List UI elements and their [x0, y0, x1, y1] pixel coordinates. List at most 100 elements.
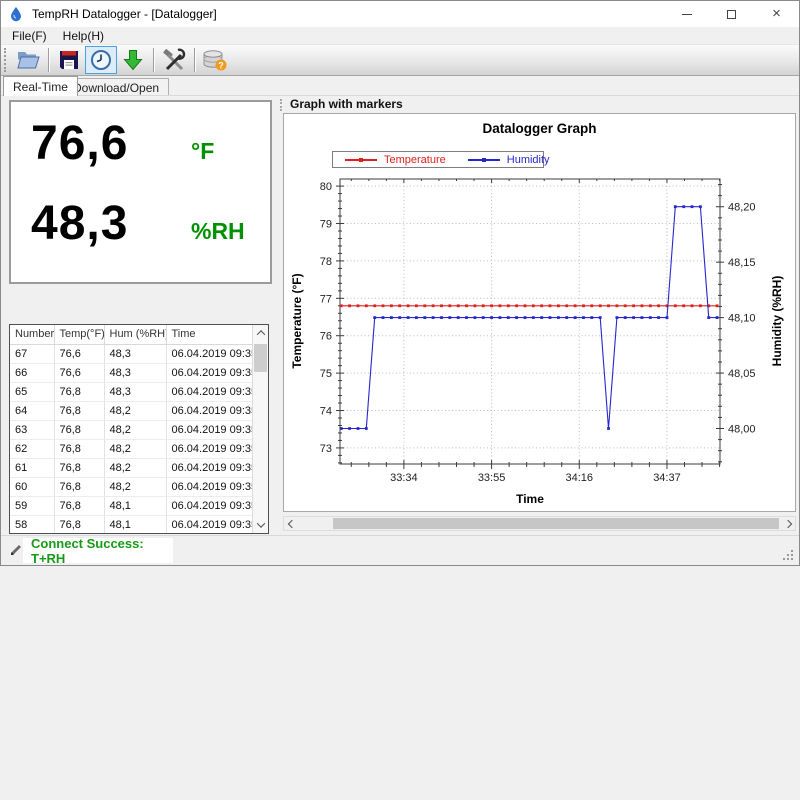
table-row[interactable]: 6476,848,206.04.2019 09:35:25 [10, 401, 252, 420]
toolbar-separator [194, 48, 195, 72]
chart-plot: 73 74 75 76 77 78 79 80 48,20 48,15 48,10 48,05 48,0… [284, 114, 797, 518]
col-header-number[interactable]: Number [10, 325, 54, 344]
tools-icon [162, 48, 186, 72]
chevron-right-icon [783, 519, 791, 527]
svg-text:48,20: 48,20 [728, 202, 756, 214]
graph-panel-grip[interactable] [280, 99, 284, 111]
hscrollbar-thumb[interactable] [333, 518, 779, 529]
svg-text:79: 79 [320, 219, 332, 231]
menu-bar: File(F) Help(H) [1, 27, 799, 45]
right-axis-label: Humidity (%RH) [770, 221, 784, 421]
col-header-time[interactable]: Time [166, 325, 252, 344]
save-button[interactable] [53, 46, 85, 74]
svg-text:48,10: 48,10 [728, 313, 756, 325]
x-axis-label: Time [430, 492, 630, 506]
open-folder-icon [16, 48, 40, 72]
temperature-unit: °F [191, 138, 214, 165]
close-button[interactable]: × [754, 1, 799, 27]
log-table-panel: Number Temp(°F) Hum (%RH) Time 6776,648,… [9, 324, 269, 534]
graph-hscrollbar[interactable] [283, 516, 796, 531]
svg-text:73: 73 [320, 443, 332, 455]
toolbar-separator [48, 48, 49, 72]
svg-text:48,00: 48,00 [728, 424, 756, 436]
col-header-hum[interactable]: Hum (%RH) [104, 325, 166, 344]
chevron-down-icon [256, 519, 264, 527]
chevron-left-icon [287, 519, 295, 527]
svg-text:77: 77 [320, 293, 332, 305]
app-window: TempRH Datalogger - [Datalogger] × File(… [0, 0, 800, 566]
main-content: 76,6 °F 48,3 %RH Number Temp(°F) Hum (%R… [1, 96, 799, 535]
minimize-button[interactable] [664, 1, 709, 27]
toolbar: ? [1, 45, 799, 76]
svg-text:80: 80 [320, 181, 332, 193]
toolbar-separator [153, 48, 154, 72]
status-message: Connect Success: T+RH [31, 536, 173, 566]
scroll-down-button[interactable] [253, 517, 268, 533]
menu-help[interactable]: Help(H) [55, 29, 112, 43]
table-header-row: Number Temp(°F) Hum (%RH) Time [10, 325, 252, 344]
save-icon [57, 48, 81, 72]
svg-text:33:55: 33:55 [478, 472, 506, 484]
tab-real-time[interactable]: Real-Time [3, 76, 78, 96]
maximize-icon [727, 10, 736, 19]
svg-text:34:16: 34:16 [566, 472, 594, 484]
title-bar: TempRH Datalogger - [Datalogger] × [1, 1, 799, 27]
window-title: TempRH Datalogger - [Datalogger] [32, 7, 217, 21]
minimize-icon [682, 14, 692, 15]
graph-panel-title: Graph with markers [290, 97, 403, 111]
database-help-icon: ? [202, 48, 228, 72]
table-scrollbar[interactable] [252, 325, 268, 533]
log-table: Number Temp(°F) Hum (%RH) Time 6776,648,… [10, 325, 252, 534]
table-row[interactable]: 6176,848,206.04.2019 09:35:18 [10, 458, 252, 477]
status-bar: Connect Success: T+RH [1, 535, 799, 565]
col-header-temp[interactable]: Temp(°F) [54, 325, 104, 344]
svg-text:34:37: 34:37 [653, 472, 681, 484]
left-axis-label: Temperature (°F) [290, 221, 304, 421]
close-icon: × [772, 6, 781, 21]
tab-download-open[interactable]: Download/Open [63, 78, 169, 96]
table-row[interactable]: 6276,848,206.04.2019 09:35:21 [10, 439, 252, 458]
download-button[interactable] [117, 46, 149, 74]
table-body: 6776,648,306.04.2019 09:35:316676,648,30… [10, 344, 252, 534]
svg-text:75: 75 [320, 368, 332, 380]
app-logo-icon [8, 6, 24, 22]
svg-text:48,15: 48,15 [728, 257, 756, 269]
database-help-button[interactable]: ? [199, 46, 231, 74]
resize-grip[interactable] [783, 550, 795, 562]
desktop-background [0, 567, 800, 800]
table-row[interactable]: 5876,848,106.04.2019 09:35:12 [10, 515, 252, 534]
table-row[interactable]: 6676,648,306.04.2019 09:35:29 [10, 363, 252, 382]
status-chip: Connect Success: T+RH [23, 538, 173, 563]
svg-text:48,05: 48,05 [728, 368, 756, 380]
scroll-up-button[interactable] [253, 325, 268, 341]
open-file-button[interactable] [12, 46, 44, 74]
svg-text:33:34: 33:34 [390, 472, 418, 484]
connector-pen-icon [9, 543, 23, 557]
table-row[interactable]: 6776,648,306.04.2019 09:35:31 [10, 344, 252, 363]
temperature-value: 76,6 [31, 116, 191, 171]
scroll-left-button[interactable] [284, 517, 299, 530]
table-row[interactable]: 6076,848,206.04.2019 09:35:16 [10, 477, 252, 496]
maximize-button[interactable] [709, 1, 754, 27]
scrollbar-thumb[interactable] [254, 344, 267, 372]
settings-button[interactable] [158, 46, 190, 74]
chevron-up-icon [256, 330, 264, 338]
tab-strip: Real-Time Download/Open [1, 76, 799, 96]
menu-file[interactable]: File(F) [1, 29, 55, 43]
humidity-unit: %RH [191, 218, 245, 245]
live-readout-panel: 76,6 °F 48,3 %RH [9, 100, 272, 284]
humidity-value: 48,3 [31, 196, 191, 251]
question-badge: ? [218, 61, 224, 71]
download-arrow-icon [121, 48, 145, 72]
svg-text:78: 78 [320, 256, 332, 268]
svg-text:74: 74 [320, 406, 332, 418]
scroll-right-button[interactable] [780, 517, 795, 530]
graph-box: Datalogger Graph Temperature Humidity 73… [283, 113, 796, 512]
realtime-button[interactable] [85, 46, 117, 74]
clock-icon [89, 48, 113, 72]
table-row[interactable]: 5976,848,106.04.2019 09:35:14 [10, 496, 252, 515]
table-row[interactable]: 6576,848,306.04.2019 09:35:27 [10, 382, 252, 401]
table-row[interactable]: 6376,848,206.04.2019 09:35:23 [10, 420, 252, 439]
toolbar-grip[interactable] [4, 48, 8, 72]
svg-text:76: 76 [320, 331, 332, 343]
